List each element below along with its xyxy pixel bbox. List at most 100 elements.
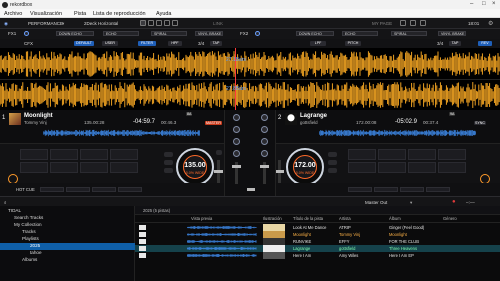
menu-visualizacion[interactable]: Visualización — [30, 11, 62, 17]
deck2-waveform[interactable] — [0, 81, 500, 109]
preview-waveform[interactable] — [187, 246, 257, 251]
fx1-knob[interactable] — [24, 31, 29, 36]
trim-knob-2[interactable] — [261, 114, 268, 121]
low-knob-2[interactable] — [261, 150, 268, 157]
tap-button-1[interactable]: TAP — [210, 41, 222, 46]
preview-waveform[interactable] — [187, 253, 257, 258]
deck2-pad-7[interactable] — [408, 162, 436, 173]
tree-tidal[interactable]: TIDAL — [8, 208, 21, 213]
fx2-knob[interactable] — [255, 31, 260, 36]
mid-knob-2[interactable] — [261, 138, 268, 145]
fx1-slot4[interactable]: VINYL BRAKE — [195, 31, 223, 36]
deck1-waveform[interactable] — [0, 50, 500, 78]
table-row[interactable]: Moonlight Tommy Vinj Moonlight — [135, 231, 500, 238]
fx1-slot1[interactable]: DOWN ECHO — [56, 31, 94, 36]
mid-knob-1[interactable] — [233, 138, 240, 145]
deck2-pad-4[interactable] — [438, 149, 466, 160]
hi-knob-2[interactable] — [261, 126, 268, 133]
low-knob-1[interactable] — [233, 150, 240, 157]
minimize-icon[interactable]: – — [470, 1, 473, 7]
crossfader-thumb[interactable] — [247, 188, 255, 191]
deck2-pad-8[interactable] — [438, 162, 466, 173]
fx2-slot1[interactable]: DOWN ECHO — [296, 31, 334, 36]
fx2-slot2[interactable]: ECHO — [342, 31, 378, 36]
deck1-tempo-thumb[interactable] — [214, 170, 223, 173]
col-preview[interactable]: Vista previa — [191, 216, 212, 221]
deck1-quantize[interactable] — [164, 160, 173, 165]
preview-waveform[interactable] — [187, 239, 257, 244]
fx1-slot2[interactable]: ECHO — [103, 31, 139, 36]
table-row[interactable]: Lagrange gottsfield Three Heavens — [135, 245, 500, 252]
tap-button-2[interactable]: TAP — [449, 41, 461, 46]
deck2-tempo-thumb[interactable] — [275, 170, 284, 173]
deck2-slip[interactable] — [328, 168, 337, 173]
link-label[interactable]: LINK — [213, 21, 223, 26]
deck1-master-badge[interactable]: MASTER — [205, 121, 222, 125]
browser-search-icon[interactable]: ⌕ — [4, 200, 7, 205]
deck2-pad-6[interactable] — [378, 162, 406, 173]
deck2-overview-waveform[interactable] — [300, 129, 496, 137]
close-icon[interactable]: × — [492, 1, 496, 7]
hpf-button[interactable]: HPF — [168, 41, 182, 46]
deck1-sync-button[interactable] — [216, 150, 222, 155]
view-icon-2[interactable] — [148, 20, 154, 26]
settings-gear-icon[interactable]: ⚙ — [488, 20, 493, 27]
deck1-pad-4[interactable] — [110, 149, 138, 160]
user-button[interactable]: USER — [102, 41, 118, 46]
table-row[interactable]: Here I Am Amy Wiles Here I Am EP — [135, 252, 500, 259]
channel-fader-1-thumb[interactable] — [232, 165, 241, 168]
deck1-pad-2[interactable] — [50, 149, 78, 160]
deck1-hotcue-b[interactable] — [66, 187, 90, 192]
preview-waveform[interactable] — [187, 225, 257, 230]
deck2-jog-wheel[interactable]: 172.00 0.0% WIDE — [286, 148, 324, 186]
rev-button[interactable]: REV — [478, 41, 492, 46]
menu-archivo[interactable]: Archivo — [4, 11, 22, 17]
deck1-hotcue-c[interactable] — [92, 187, 116, 192]
view-icon-3[interactable] — [156, 20, 162, 26]
deck1-pad-3[interactable] — [80, 149, 108, 160]
table-row[interactable]: Look At Me Dance ATRIP Ginger (Feel Good… — [135, 224, 500, 231]
col-genre[interactable]: Género — [443, 216, 457, 221]
midi-icon[interactable] — [410, 20, 416, 26]
deck2-hotcue-b[interactable] — [374, 187, 398, 192]
deck2-sync-badge[interactable]: SYNC — [474, 121, 486, 125]
menu-ayuda[interactable]: Ayuda — [156, 11, 172, 17]
channel-fader-2-thumb[interactable] — [260, 165, 269, 168]
tree-albums[interactable]: Albums — [22, 257, 37, 262]
deck1-pad-7[interactable] — [80, 162, 108, 173]
deck1-pad-6[interactable] — [50, 162, 78, 173]
tree-playlists[interactable]: Playlists — [22, 236, 39, 241]
deck1-hotcue-d[interactable] — [118, 187, 142, 192]
deck2-pad-1[interactable] — [348, 149, 376, 160]
deck2-pad-3[interactable] — [408, 149, 436, 160]
deck2-hotcue-c[interactable] — [400, 187, 424, 192]
deck2-quantize[interactable] — [328, 160, 337, 165]
default-button[interactable]: DEFAULT — [74, 41, 94, 46]
deck2-hotcue-d[interactable] — [426, 187, 450, 192]
col-artist[interactable]: Artista — [339, 216, 351, 221]
filter-button[interactable]: FILTER — [138, 41, 156, 46]
col-artwork[interactable]: Ilustración — [263, 216, 282, 221]
fx2-slot3[interactable]: SPIRAL — [391, 31, 427, 36]
col-album[interactable]: Álbum — [389, 216, 401, 221]
tree-2025[interactable]: 2025 — [30, 243, 40, 248]
view-icon-5[interactable] — [172, 20, 178, 26]
menu-pista[interactable]: Pista — [74, 11, 86, 17]
fx2-slot4[interactable]: VINYL BRAKE — [438, 31, 466, 36]
view-icon-1[interactable] — [140, 20, 146, 26]
deck1-jog-wheel[interactable]: 135.00 0.0% WIDE — [176, 148, 214, 186]
pitch-button[interactable]: PITCH — [345, 41, 361, 46]
trim-knob-1[interactable] — [233, 114, 240, 121]
fx1-slot3[interactable]: SPIRAL — [151, 31, 187, 36]
table-row[interactable]: RUNVIKE EFFY FOR THE CLUB — [135, 238, 500, 245]
deck1-slip[interactable] — [164, 168, 173, 173]
preview-waveform[interactable] — [187, 232, 257, 237]
deck1-pad-1[interactable] — [20, 149, 48, 160]
deck2-hotcue-a[interactable] — [348, 187, 372, 192]
record-button-icon[interactable]: ● — [452, 199, 456, 205]
my-page-label[interactable]: MY PAGE — [372, 21, 392, 26]
col-title[interactable]: Título de la pista — [293, 216, 323, 221]
hi-knob-1[interactable] — [233, 126, 240, 133]
tree-my-collection[interactable]: My Collection — [14, 222, 42, 227]
deck1-hotcue-a[interactable] — [40, 187, 64, 192]
